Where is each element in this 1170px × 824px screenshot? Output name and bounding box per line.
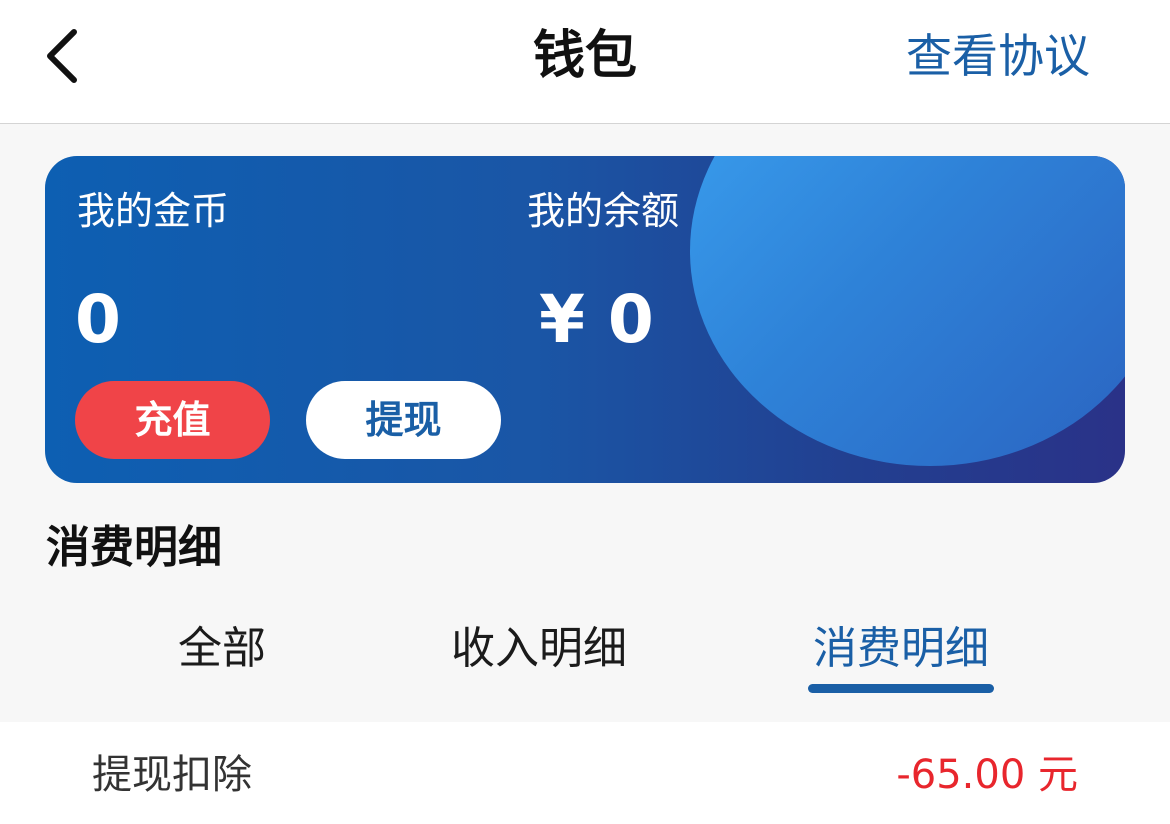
coins-value: 0 xyxy=(75,281,121,358)
active-tab-indicator xyxy=(808,684,994,693)
view-agreement-link[interactable]: 查看协议 xyxy=(906,26,1090,86)
tab-expense-details[interactable]: 消费明细 xyxy=(810,620,992,678)
tab-all[interactable]: 全部 xyxy=(170,620,274,678)
record-amount: -65.00 元 xyxy=(896,752,1078,798)
top-navigation-bar: 钱包 查看协议 xyxy=(0,0,1170,124)
record-name: 提现扣除 xyxy=(92,752,252,798)
coins-label: 我的金币 xyxy=(77,189,230,233)
withdraw-button[interactable]: 提现 xyxy=(306,381,501,459)
card-decoration-circle xyxy=(690,156,1125,466)
tab-income-details[interactable]: 收入明细 xyxy=(448,620,630,678)
recharge-button[interactable]: 充值 xyxy=(75,381,270,459)
section-title: 消费明细 xyxy=(46,522,222,573)
list-item[interactable]: 提现扣除 -65.00 元 xyxy=(0,722,1170,824)
balance-value: ¥ 0 xyxy=(539,281,654,358)
wallet-summary-card: 我的金币 0 我的余额 ¥ 0 充值 提现 xyxy=(45,156,1125,483)
balance-label: 我的余额 xyxy=(527,189,680,233)
